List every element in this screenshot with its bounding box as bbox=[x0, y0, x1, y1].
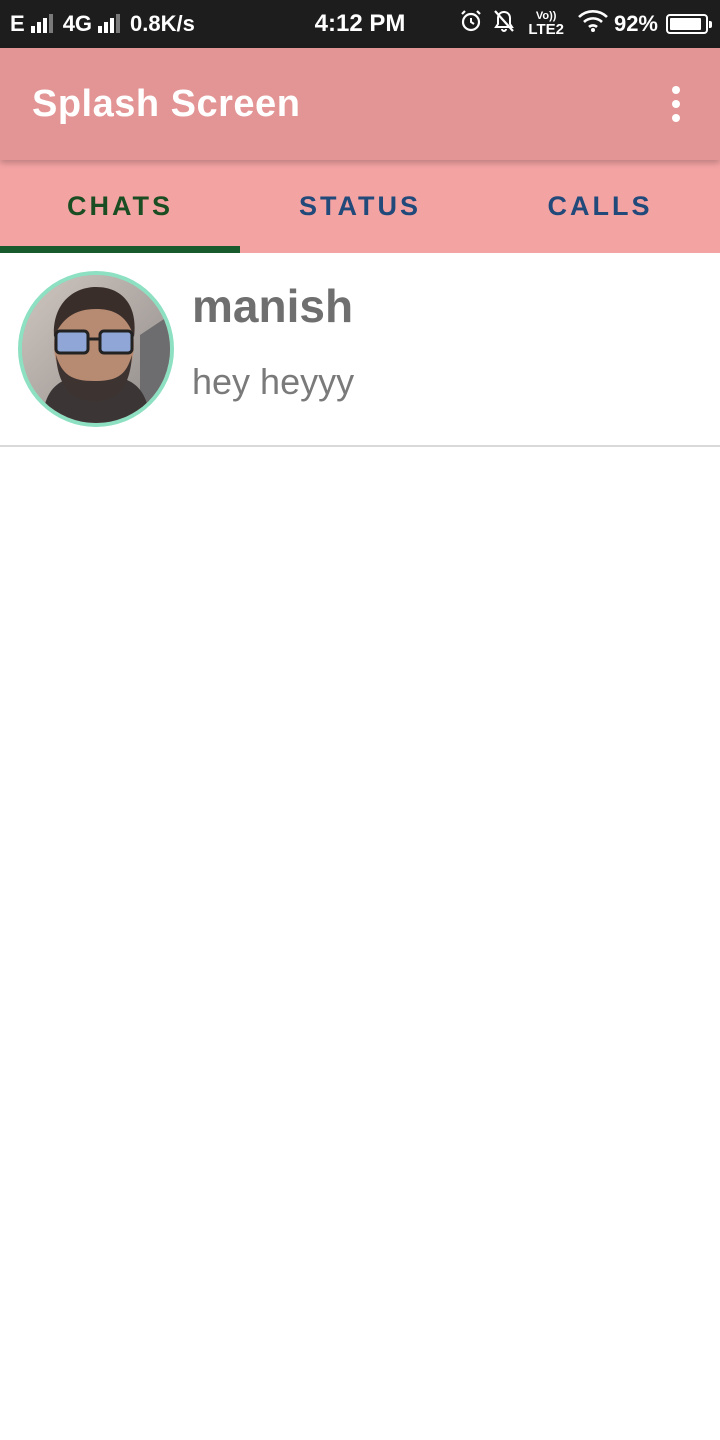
network-type-2: 4G bbox=[62, 11, 93, 36]
contact-name: manish bbox=[192, 280, 354, 332]
battery-percent: 92% bbox=[613, 11, 658, 36]
volte-indicator: Vo)) LTE2 bbox=[528, 11, 564, 38]
more-vert-icon[interactable] bbox=[662, 86, 690, 122]
signal-icon-2 bbox=[98, 14, 122, 33]
wifi-icon bbox=[577, 9, 609, 39]
app-title: Splash Screen bbox=[32, 82, 301, 125]
lte-label: LTE2 bbox=[528, 21, 564, 38]
avatar[interactable] bbox=[18, 271, 174, 427]
battery-icon bbox=[666, 14, 712, 34]
status-bar-right: Vo)) LTE2 92% bbox=[454, 0, 712, 48]
tab-status[interactable]: STATUS bbox=[240, 160, 480, 253]
status-bar: E 4G 0.8K/s 4:12 PM Vo)) LTE2 92% bbox=[0, 0, 720, 48]
alarm-icon bbox=[459, 9, 483, 39]
avatar-photo bbox=[22, 275, 170, 423]
tab-label: STATUS bbox=[299, 191, 421, 221]
tab-label: CALLS bbox=[547, 191, 653, 221]
tab-bar: CHATS STATUS CALLS bbox=[0, 160, 720, 253]
clock: 4:12 PM bbox=[314, 10, 406, 37]
signal-icon bbox=[30, 14, 55, 33]
tab-calls[interactable]: CALLS bbox=[480, 160, 720, 253]
network-speed: 0.8K/s bbox=[130, 11, 195, 36]
last-message: hey heyyy bbox=[192, 361, 355, 402]
tab-indicator bbox=[0, 246, 240, 253]
tab-label: CHATS bbox=[67, 191, 173, 221]
status-bar-left: E 4G 0.8K/s bbox=[10, 0, 195, 48]
network-type-1: E bbox=[10, 11, 25, 36]
chat-list-item[interactable]: manish hey heyyy bbox=[0, 253, 720, 447]
app-bar: Splash Screen bbox=[0, 48, 720, 160]
bell-off-icon bbox=[493, 9, 515, 39]
tab-chats[interactable]: CHATS bbox=[0, 160, 240, 253]
